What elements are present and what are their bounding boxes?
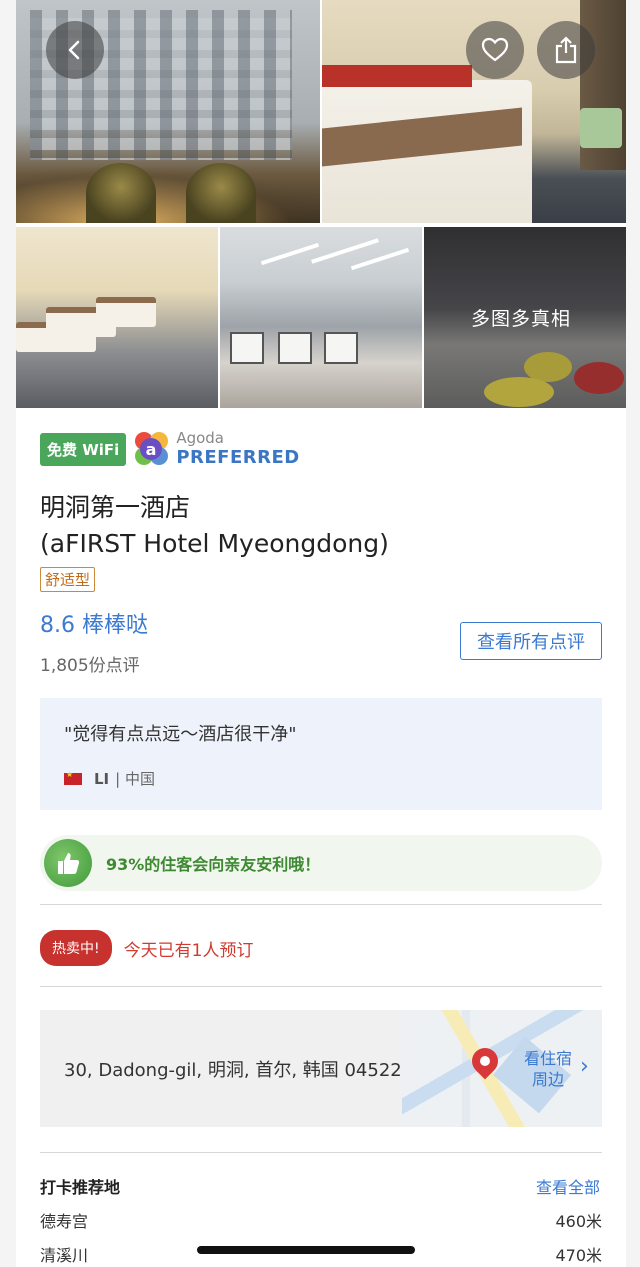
photo-lobby[interactable] [220, 227, 422, 408]
hotel-name: 明洞第一酒店 (aFIRST Hotel Myeongdong) [40, 490, 389, 562]
back-button[interactable] [46, 21, 104, 79]
view-nearby-link[interactable]: 看住宿 周边 [524, 1048, 572, 1090]
divider [40, 904, 602, 905]
home-indicator[interactable] [197, 1246, 415, 1254]
photo-lounge-more[interactable]: 多图多真相 [424, 227, 626, 408]
photo-room-twin[interactable] [16, 227, 218, 408]
hotel-address: 30, Dadong-gil, 明洞, 首尔, 韩国 04522 [64, 1060, 402, 1081]
place-distance: 470米 [555, 1246, 602, 1265]
review-quote: "觉得有点点远～酒店很干净" [64, 724, 297, 745]
booked-today-text: 今天已有1人预订 [123, 940, 254, 961]
svg-text:a: a [146, 440, 157, 459]
see-all-places-link[interactable]: 查看全部 [536, 1174, 600, 1198]
featured-review[interactable]: "觉得有点点远～酒店很干净" LI | 中国 [40, 698, 602, 810]
address-card[interactable]: 30, Dadong-gil, 明洞, 首尔, 韩国 04522 看住宿 周边 … [40, 1010, 602, 1127]
free-wifi-badge: 免费 WiFi [40, 432, 127, 466]
thumbs-up-icon [44, 839, 92, 887]
back-icon [68, 40, 80, 60]
share-button[interactable] [537, 21, 595, 79]
hot-badge: 热卖中! [40, 930, 112, 966]
divider [40, 1152, 602, 1153]
review-author: LI | 中国 [64, 768, 155, 789]
recommend-text: 93%的住客会向亲友安利哦！ [106, 855, 321, 874]
checkin-section-title: 打卡推荐地 [40, 1178, 121, 1197]
place-distance: 460米 [555, 1212, 602, 1231]
chevron-right-icon[interactable]: › [580, 1054, 589, 1079]
recommend-banner: 93%的住客会向亲友安利哦！ [40, 835, 602, 891]
agoda-logo-icon: a [132, 430, 170, 468]
hotel-name-en: (aFIRST Hotel Myeongdong) [40, 529, 389, 558]
category-tag: 舒适型 [40, 567, 96, 592]
hotel-name-cn: 明洞第一酒店 [40, 493, 191, 522]
hotel-detail-page: 多图多真相 免费 WiFi a Agoda PREFERRED 明洞第一酒店 (… [16, 0, 626, 1267]
list-item[interactable]: 德寿宫 460米 [40, 1208, 602, 1232]
china-flag-icon [64, 770, 82, 785]
rating-score: 8.6 棒棒哒 [40, 613, 148, 638]
photo-gallery[interactable]: 多图多真相 [16, 0, 626, 408]
agoda-preferred-label: Agoda PREFERRED [176, 429, 300, 468]
share-icon [555, 36, 577, 64]
heart-icon [481, 37, 509, 62]
see-all-reviews-button[interactable]: 查看所有点评 [460, 622, 602, 660]
hot-selling-row: 热卖中! 今天已有1人预订 [40, 930, 253, 966]
review-count: 1,805份点评 [40, 656, 140, 676]
review-author-country: | 中国 [115, 770, 155, 788]
place-name: 清溪川 [40, 1246, 89, 1265]
divider [40, 986, 602, 987]
favorite-button[interactable] [466, 21, 524, 79]
hotel-badges: 免费 WiFi a Agoda PREFERRED [40, 430, 300, 468]
review-author-name: LI [94, 769, 110, 788]
more-photos-label[interactable]: 多图多真相 [471, 304, 571, 331]
place-name: 德寿宫 [40, 1212, 89, 1231]
